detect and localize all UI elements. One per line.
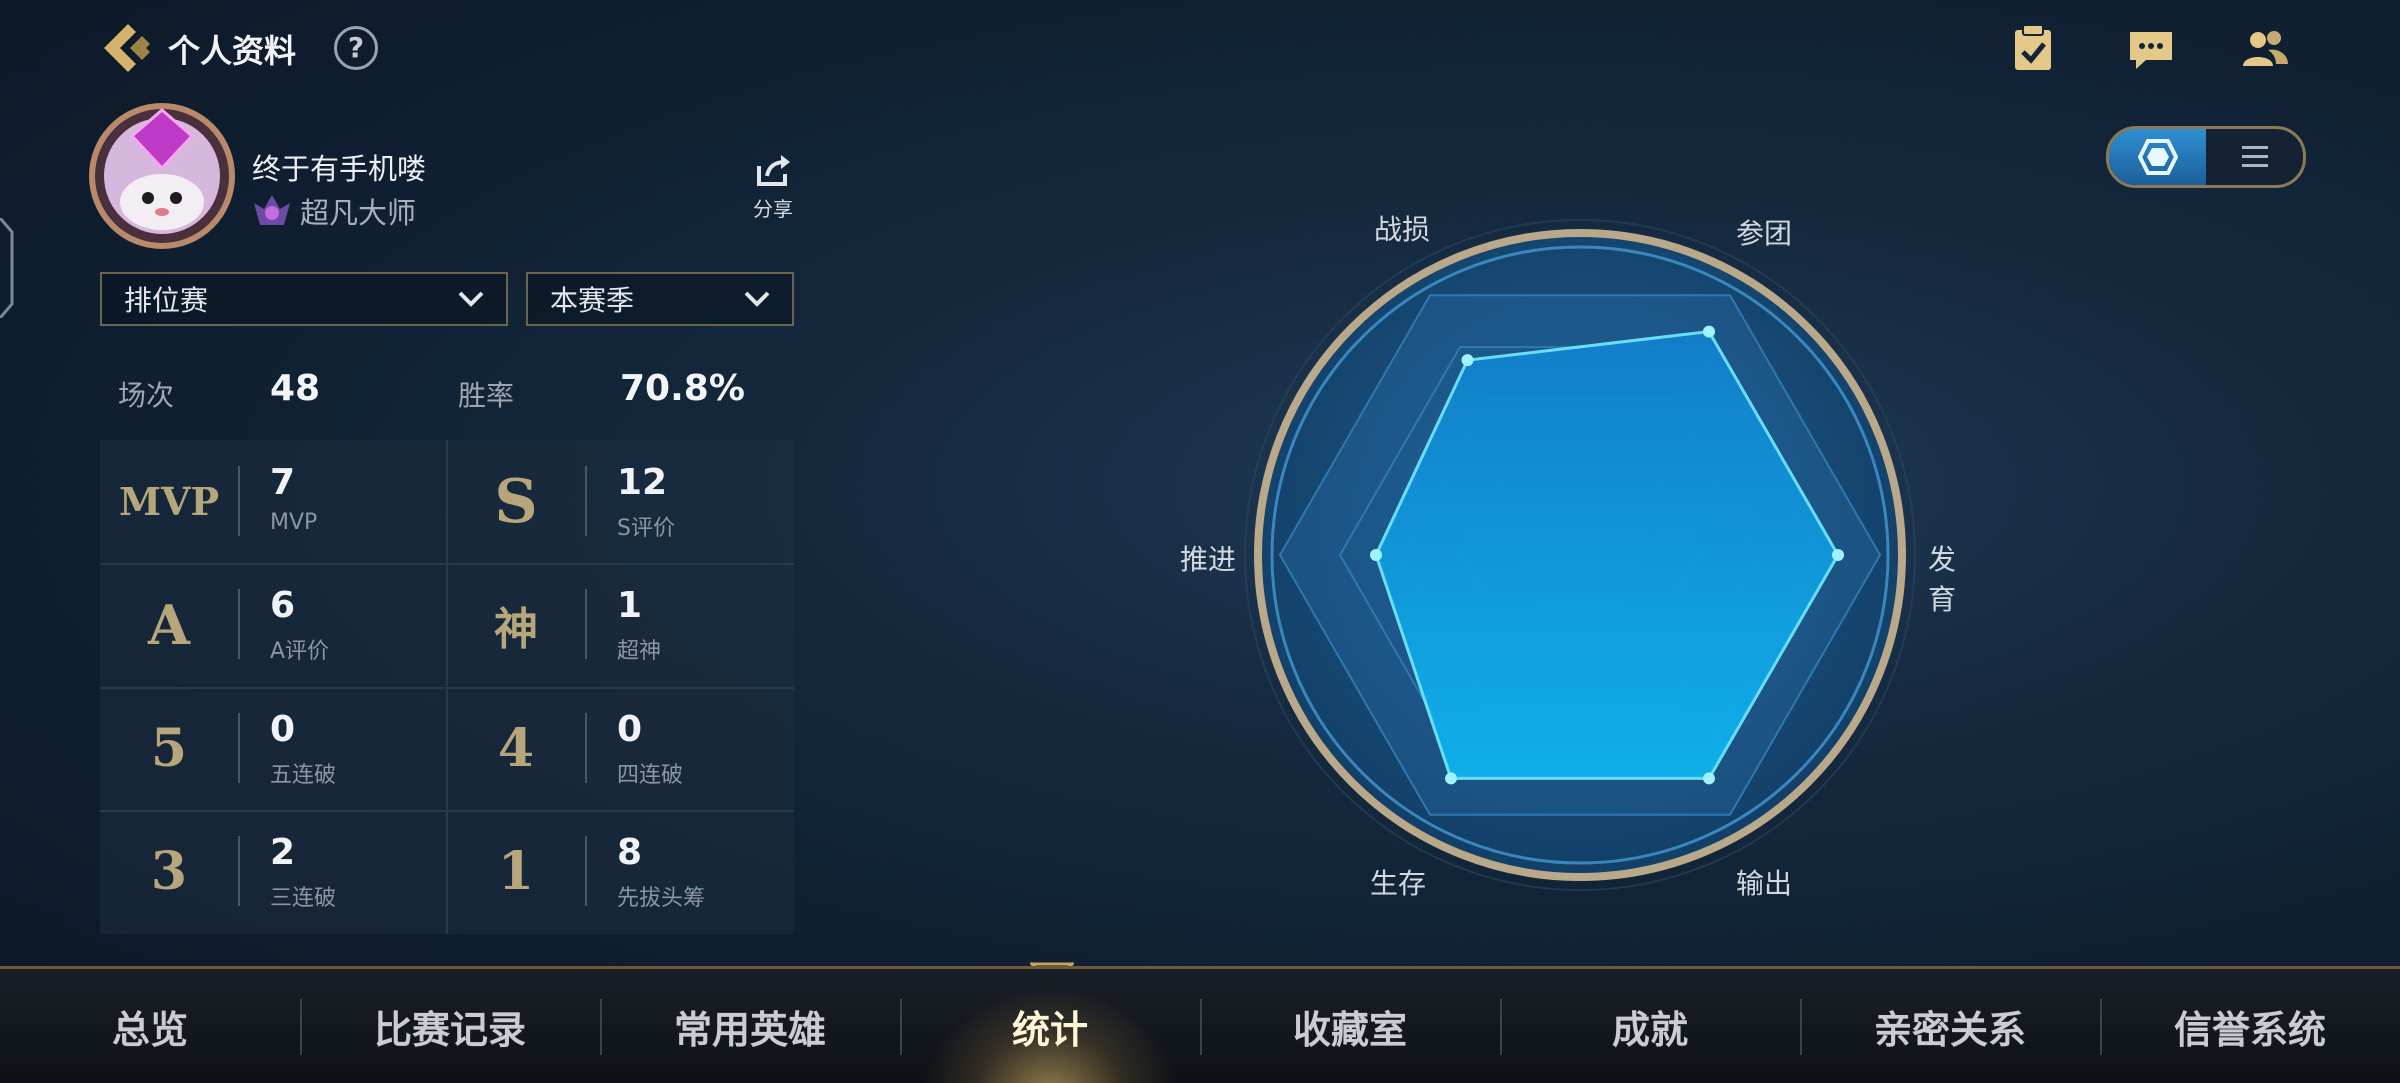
- godlike-icon: 神: [494, 603, 538, 655]
- radar-point: [1370, 549, 1382, 561]
- mode-select-value: 排位赛: [124, 284, 209, 317]
- radar-point: [1461, 354, 1474, 367]
- stat-desc: 四连破: [617, 763, 684, 788]
- radar-label-push: 推进: [1180, 543, 1237, 576]
- season-select[interactable]: 本赛季: [526, 272, 794, 326]
- task-checklist-icon[interactable]: [2006, 22, 2060, 76]
- radar-point: [1703, 325, 1715, 338]
- side-drawer-handle[interactable]: [0, 217, 14, 319]
- friends-icon[interactable]: [2238, 22, 2292, 76]
- tab-frequent-heroes[interactable]: 常用英雄: [600, 969, 900, 1083]
- radar-label-teamfight: 参团: [1736, 217, 1793, 250]
- stat-desc: MVP: [270, 510, 318, 535]
- tab-match-history[interactable]: 比赛记录: [300, 969, 600, 1083]
- stat-desc: 五连破: [270, 763, 337, 788]
- winrate-value: 70.8%: [620, 368, 745, 409]
- tab-achievements[interactable]: 成就: [1500, 969, 1800, 1083]
- stat-cell-triple-kill: 3 2 三连破: [100, 810, 447, 933]
- stats-grid: MVP 7 MVP S 12 S评价 A 6 A评价 神 1 超神 5 0 五连…: [100, 440, 794, 934]
- first-blood-icon: 1: [497, 841, 535, 902]
- avatar[interactable]: [88, 98, 236, 250]
- tab-statistics[interactable]: 统计: [900, 969, 1200, 1083]
- chevron-down-icon: [744, 291, 770, 307]
- stat-value: 0: [617, 709, 643, 750]
- games-value: 48: [270, 368, 321, 409]
- tab-overview[interactable]: 总览: [0, 969, 300, 1083]
- stat-desc: 先拔头筹: [617, 886, 706, 911]
- back-button[interactable]: [98, 20, 152, 76]
- radar-point: [1445, 772, 1457, 785]
- share-label: 分享: [753, 197, 793, 221]
- radar-label-farming: 发育: [1928, 543, 1957, 616]
- mvp-icon: MVP: [118, 479, 220, 524]
- radar-label-survival: 生存: [1370, 867, 1427, 900]
- stat-desc: 超神: [617, 639, 662, 664]
- a-rating-icon: A: [148, 592, 190, 657]
- tab-credit-system[interactable]: 信誉系统: [2100, 969, 2400, 1083]
- stat-value: 12: [617, 462, 668, 503]
- back-arrow-icon: [104, 24, 150, 72]
- stat-desc: 三连破: [270, 886, 337, 911]
- bottom-nav: 总览 比赛记录 常用英雄 统计 收藏室 成就 亲密关系 信誉系统: [0, 966, 2400, 1083]
- stat-value: 1: [617, 585, 643, 626]
- help-icon[interactable]: ?: [334, 26, 378, 70]
- list-view-button[interactable]: [2206, 129, 2303, 185]
- share-button[interactable]: 分享: [748, 154, 798, 222]
- season-select-value: 本赛季: [550, 284, 635, 317]
- view-toggle[interactable]: [2106, 126, 2306, 188]
- radar-point: [1832, 549, 1844, 561]
- share-icon: [757, 155, 790, 186]
- page-title: 个人资料: [168, 32, 297, 70]
- stat-cell-godlike: 神 1 超神: [447, 563, 794, 686]
- radar-view-button[interactable]: [2109, 129, 2206, 185]
- stat-cell-first-blood: 1 8 先拔头筹: [447, 810, 794, 933]
- stat-cell-penta-kill: 5 0 五连破: [100, 687, 447, 810]
- stat-value: 8: [617, 832, 643, 873]
- stat-value: 6: [270, 585, 296, 626]
- hexagon-icon: [2137, 139, 2178, 175]
- rank-badge-icon: [254, 195, 290, 225]
- quadra-kill-icon: 4: [497, 718, 535, 779]
- tab-relationships[interactable]: 亲密关系: [1800, 969, 2100, 1083]
- mode-select[interactable]: 排位赛: [100, 272, 508, 326]
- rank-label: 超凡大师: [300, 196, 417, 230]
- radar-point: [1703, 772, 1715, 785]
- tab-collection[interactable]: 收藏室: [1200, 969, 1500, 1083]
- radar-chart-svg: [1244, 219, 1916, 891]
- rank-display: 超凡大师: [252, 190, 416, 232]
- stat-cell-quadra-kill: 4 0 四连破: [447, 687, 794, 810]
- player-name: 终于有手机喽: [252, 152, 427, 186]
- radar-label-damage-taken: 战损: [1374, 213, 1431, 246]
- list-icon: [2241, 146, 2268, 167]
- stat-value: 2: [270, 832, 296, 873]
- radar-label-damage: 输出: [1736, 867, 1793, 900]
- stat-desc: S评价: [617, 516, 675, 541]
- stat-cell-s-rating: S 12 S评价: [447, 440, 794, 563]
- stat-value: 7: [270, 462, 296, 503]
- stat-desc: A评价: [270, 639, 330, 664]
- stat-value: 0: [270, 709, 296, 750]
- radar-chart: 战损 参团 发育 输出 生存 推进: [1150, 150, 1956, 940]
- penta-kill-icon: 5: [150, 718, 188, 779]
- s-rating-icon: S: [494, 466, 538, 537]
- games-label: 场次: [118, 379, 175, 412]
- stat-cell-mvp: MVP 7 MVP: [100, 440, 447, 563]
- winrate-label: 胜率: [458, 379, 515, 412]
- triple-kill-icon: 3: [150, 841, 188, 902]
- chevron-down-icon: [458, 291, 484, 307]
- chat-icon[interactable]: [2124, 22, 2178, 76]
- stat-cell-a-rating: A 6 A评价: [100, 563, 447, 686]
